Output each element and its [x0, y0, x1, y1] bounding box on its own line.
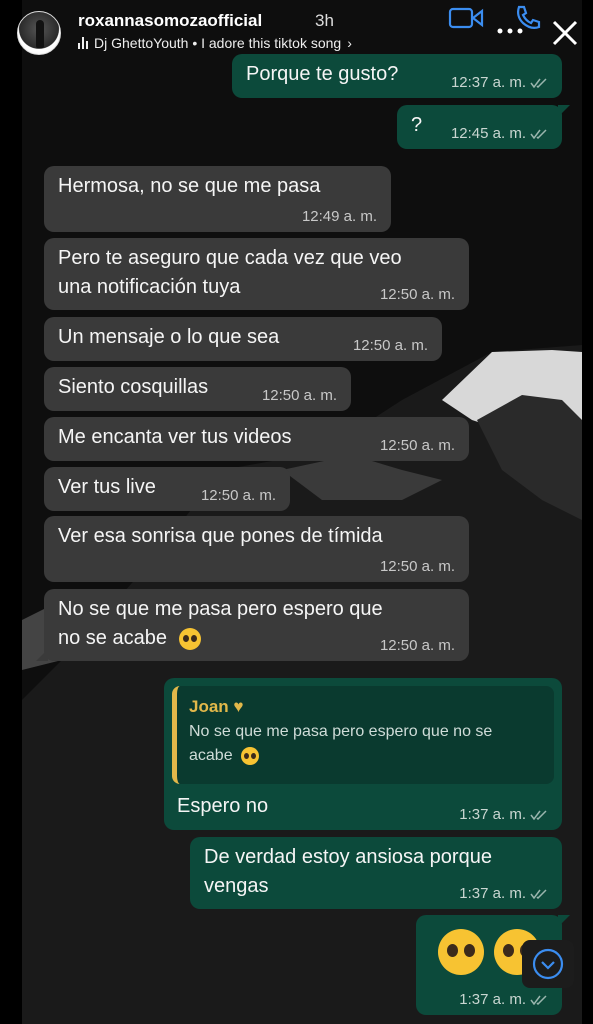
message-text-line2: no se acabe	[58, 627, 167, 649]
story-username[interactable]: roxannasomozaofficial	[78, 11, 262, 31]
message-in: Ver esa sonrisa que pones de tímida 12:5…	[44, 516, 469, 582]
message-time: 12:50 a. m.	[200, 487, 276, 504]
scroll-down-button[interactable]	[522, 940, 574, 988]
message-text: Un mensaje o lo que sea	[58, 326, 280, 348]
pleading-face-emoji	[241, 746, 260, 765]
message-text: Hermosa, no se que me pasa	[58, 175, 321, 197]
quote-author: Joan	[189, 697, 229, 716]
double-check-icon	[530, 995, 547, 1006]
double-check-icon	[530, 889, 547, 900]
message-time: 12:50 a. m.	[261, 387, 337, 404]
message-time: 12:50 a. m.	[352, 337, 428, 354]
message-out: ? 12:45 a. m.	[397, 105, 570, 149]
music-icon	[78, 37, 88, 49]
avatar[interactable]	[17, 11, 61, 55]
message-out: De verdad estoy ansiosa porque vengas 1:…	[190, 837, 562, 909]
message-text-line1: De verdad estoy ansiosa porque	[204, 846, 492, 868]
message-text-line1: No se que me pasa pero espero que	[58, 598, 383, 620]
quote-text-line1: No se que me pasa pero espero que no se	[189, 723, 493, 740]
message-text: Me encanta ver tus videos	[58, 426, 292, 448]
message-text: ?	[411, 114, 423, 136]
message-in: Un mensaje o lo que sea 12:50 a. m.	[44, 317, 442, 361]
message-time: 12:45 a. m.	[450, 125, 526, 142]
message-in: Siento cosquillas 12:50 a. m.	[44, 367, 351, 411]
message-time: 1:37 a. m.	[459, 991, 526, 1008]
message-time: 1:37 a. m.	[459, 885, 526, 902]
message-in: No se que me pasa pero espero que no se …	[36, 589, 469, 661]
message-text: Porque te gusto?	[246, 63, 399, 85]
scroll-down-icon	[532, 948, 564, 980]
double-check-icon	[530, 810, 547, 821]
message-text: Ver esa sonrisa que pones de tímida	[58, 525, 383, 547]
message-time: 12:37 a. m.	[450, 74, 526, 91]
message-text: Espero no	[177, 795, 269, 817]
more-icon[interactable]	[496, 26, 524, 36]
story-header: roxannasomozaofficial 3h Dj GhettoYouth …	[0, 0, 593, 60]
video-call-icon[interactable]	[448, 6, 484, 30]
quote-text-line2: acabe	[189, 747, 233, 764]
story-time: 3h	[315, 11, 334, 30]
message-time: 12:50 a. m.	[379, 437, 455, 454]
double-check-icon	[530, 129, 547, 140]
pleading-face-emoji	[178, 627, 201, 650]
message-text: Ver tus live	[58, 476, 156, 498]
quoted-message[interactable]: Joan ♥ No se que me pasa pero espero que…	[172, 686, 554, 784]
message-in: Hermosa, no se que me pasa 12:49 a. m.	[44, 166, 391, 232]
message-in: Ver tus live 12:50 a. m.	[44, 467, 290, 511]
message-in: Me encanta ver tus videos 12:50 a. m.	[44, 417, 469, 461]
message-time: 12:50 a. m.	[379, 286, 455, 303]
message-out-reply: Joan ♥ No se que me pasa pero espero que…	[164, 678, 562, 830]
message-out: Porque te gusto? 12:37 a. m.	[232, 54, 562, 98]
message-time: 12:49 a. m.	[301, 208, 377, 225]
message-time: 12:50 a. m.	[379, 558, 455, 575]
message-time: 1:37 a. m.	[459, 806, 526, 823]
message-text-line1: Pero te aseguro que cada vez que veo	[58, 247, 402, 269]
chevron-right-icon: ›	[347, 35, 352, 51]
yellow-heart-icon: ♥	[233, 697, 244, 716]
close-icon[interactable]	[550, 18, 580, 48]
message-time: 12:50 a. m.	[379, 637, 455, 654]
pleading-face-emoji	[438, 929, 484, 975]
music-text: Dj GhettoYouth • I adore this tiktok son…	[94, 35, 342, 51]
music-info[interactable]: Dj GhettoYouth • I adore this tiktok son…	[78, 35, 352, 51]
message-text: Siento cosquillas	[58, 376, 209, 398]
double-check-icon	[530, 78, 547, 89]
message-in: Pero te aseguro que cada vez que veo una…	[44, 238, 469, 310]
